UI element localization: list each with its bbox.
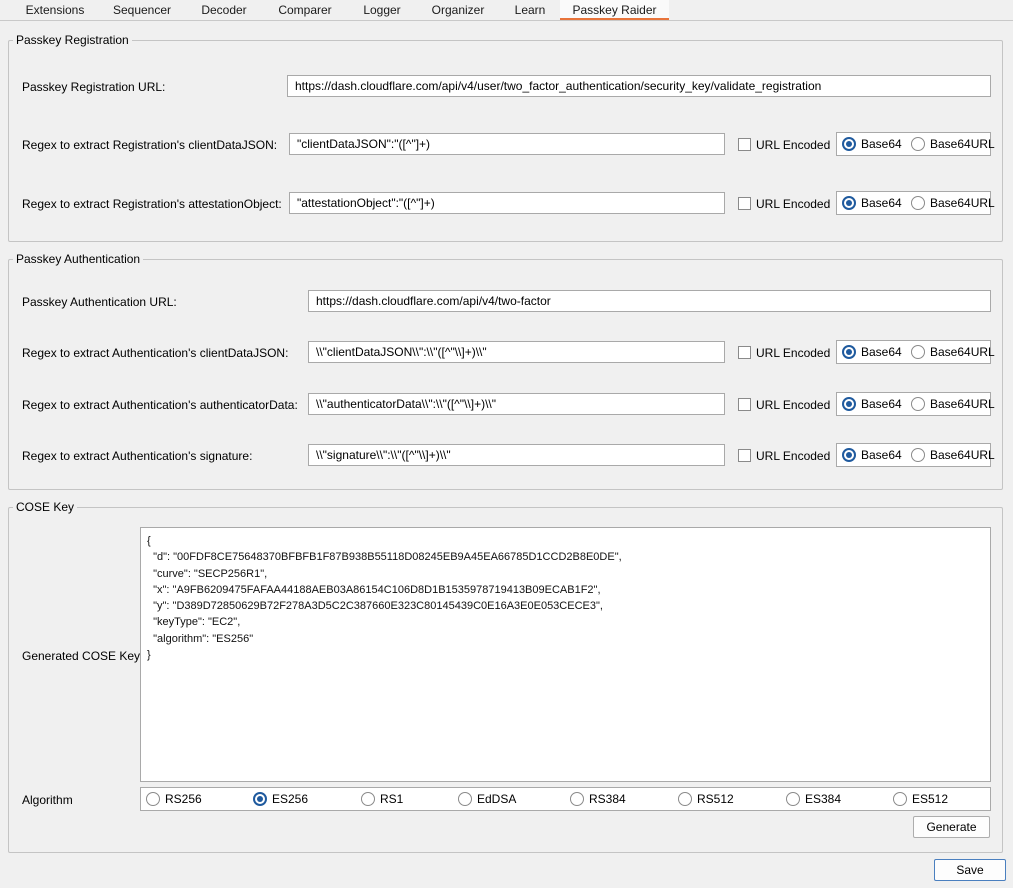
passkey-authentication-title: Passkey Authentication [13, 252, 144, 266]
authentication-authenticatordata-encoding-group: Base64 Base64URL [836, 392, 995, 416]
authentication-signature-base64url-radio[interactable]: Base64URL [911, 447, 995, 463]
algorithm-rs384-radio[interactable]: RS384 [570, 791, 626, 807]
radio-icon [361, 791, 375, 806]
algorithm-rs512-radio[interactable]: RS512 [678, 791, 734, 807]
registration-url-label: Passkey Registration URL: [22, 80, 166, 94]
save-button[interactable]: Save [934, 859, 1006, 881]
authentication-authenticatordata-input[interactable] [308, 393, 725, 415]
radio-icon [458, 791, 472, 806]
authentication-signature-url-encoded-checkbox[interactable]: URL Encoded [738, 448, 830, 464]
radio-icon [893, 791, 907, 806]
radio-selected-icon [253, 791, 267, 806]
radio-icon [911, 396, 925, 411]
radio-icon [146, 791, 160, 806]
authentication-clientdatajson-base64-radio[interactable]: Base64 [842, 344, 902, 360]
authentication-authenticatordata-url-encoded-checkbox[interactable]: URL Encoded [738, 397, 830, 413]
algorithm-es256-radio[interactable]: ES256 [253, 791, 308, 807]
tab-extensions[interactable]: Extensions [12, 0, 98, 20]
radio-selected-icon [842, 396, 856, 411]
checkbox-icon [738, 138, 751, 152]
radio-icon [911, 195, 925, 210]
tab-logger[interactable]: Logger [348, 0, 416, 20]
tab-passkey-raider[interactable]: Passkey Raider [560, 0, 669, 20]
algorithm-eddsa-radio[interactable]: EdDSA [458, 791, 516, 807]
registration-attestationobject-encoding-group: Base64 Base64URL [836, 191, 995, 215]
authentication-authenticatordata-label: Regex to extract Authentication's authen… [22, 398, 298, 412]
passkey-authentication-group: Passkey Authentication Passkey Authentic… [8, 252, 1003, 490]
authentication-url-input[interactable] [308, 290, 991, 312]
registration-clientdatajson-input[interactable] [289, 133, 725, 155]
registration-attestationobject-input[interactable] [289, 192, 725, 214]
radio-selected-icon [842, 447, 856, 462]
authentication-clientdatajson-label: Regex to extract Authentication's client… [22, 346, 289, 360]
tab-decoder[interactable]: Decoder [186, 0, 262, 20]
registration-attestationobject-base64-radio[interactable]: Base64 [842, 195, 902, 211]
registration-attestationobject-url-encoded-checkbox[interactable]: URL Encoded [738, 196, 830, 212]
checkbox-icon [738, 398, 751, 412]
registration-clientdatajson-url-encoded-checkbox[interactable]: URL Encoded [738, 137, 830, 153]
algorithm-es512-radio[interactable]: ES512 [893, 791, 948, 807]
radio-icon [786, 791, 800, 806]
tab-bar: Extensions Sequencer Decoder Comparer Lo… [0, 0, 1013, 21]
authentication-authenticatordata-base64-radio[interactable]: Base64 [842, 396, 902, 412]
algorithm-rs256-radio[interactable]: RS256 [146, 791, 202, 807]
algorithm-radio-group: RS256 ES256 RS1 EdDSA RS384 RS512 ES384 … [140, 787, 991, 811]
registration-clientdatajson-base64-radio[interactable]: Base64 [842, 136, 902, 152]
checkbox-icon [738, 449, 751, 463]
tab-comparer[interactable]: Comparer [262, 0, 348, 20]
checkbox-icon [738, 346, 751, 360]
registration-clientdatajson-base64url-radio[interactable]: Base64URL [911, 136, 995, 152]
algorithm-es384-radio[interactable]: ES384 [786, 791, 841, 807]
radio-icon [570, 791, 584, 806]
radio-icon [678, 791, 692, 806]
authentication-signature-encoding-group: Base64 Base64URL [836, 443, 995, 467]
authentication-signature-label: Regex to extract Authentication's signat… [22, 449, 253, 463]
radio-icon [911, 344, 925, 359]
passkey-registration-title: Passkey Registration [13, 33, 132, 47]
cose-key-title: COSE Key [13, 500, 78, 514]
tab-learn[interactable]: Learn [500, 0, 560, 20]
authentication-signature-base64-radio[interactable]: Base64 [842, 447, 902, 463]
algorithm-label: Algorithm [22, 793, 73, 807]
generated-cose-key-label: Generated COSE Key [22, 649, 141, 663]
authentication-signature-input[interactable] [308, 444, 725, 466]
authentication-clientdatajson-url-encoded-checkbox[interactable]: URL Encoded [738, 345, 830, 361]
algorithm-rs1-radio[interactable]: RS1 [361, 791, 403, 807]
registration-attestationobject-label: Regex to extract Registration's attestat… [22, 197, 282, 211]
registration-url-input[interactable] [287, 75, 991, 97]
radio-selected-icon [842, 344, 856, 359]
radio-icon [911, 136, 925, 151]
checkbox-icon [738, 197, 751, 211]
registration-clientdatajson-encoding-group: Base64 Base64URL [836, 132, 995, 156]
tab-sequencer[interactable]: Sequencer [98, 0, 186, 20]
generated-cose-key-textarea[interactable]: { "d": "00FDF8CE75648370BFBFB1F87B938B55… [140, 527, 991, 782]
radio-selected-icon [842, 136, 856, 151]
registration-attestationobject-base64url-radio[interactable]: Base64URL [911, 195, 995, 211]
tab-organizer[interactable]: Organizer [416, 0, 500, 20]
radio-selected-icon [842, 195, 856, 210]
authentication-url-label: Passkey Authentication URL: [22, 295, 177, 309]
authentication-clientdatajson-input[interactable] [308, 341, 725, 363]
radio-icon [911, 447, 925, 462]
passkey-registration-group: Passkey Registration Passkey Registratio… [8, 33, 1003, 242]
generate-button[interactable]: Generate [913, 816, 990, 838]
registration-clientdatajson-label: Regex to extract Registration's clientDa… [22, 138, 278, 152]
authentication-authenticatordata-base64url-radio[interactable]: Base64URL [911, 396, 995, 412]
authentication-clientdatajson-encoding-group: Base64 Base64URL [836, 340, 995, 364]
cose-key-group: COSE Key Generated COSE Key { "d": "00FD… [8, 500, 1003, 853]
authentication-clientdatajson-base64url-radio[interactable]: Base64URL [911, 344, 995, 360]
